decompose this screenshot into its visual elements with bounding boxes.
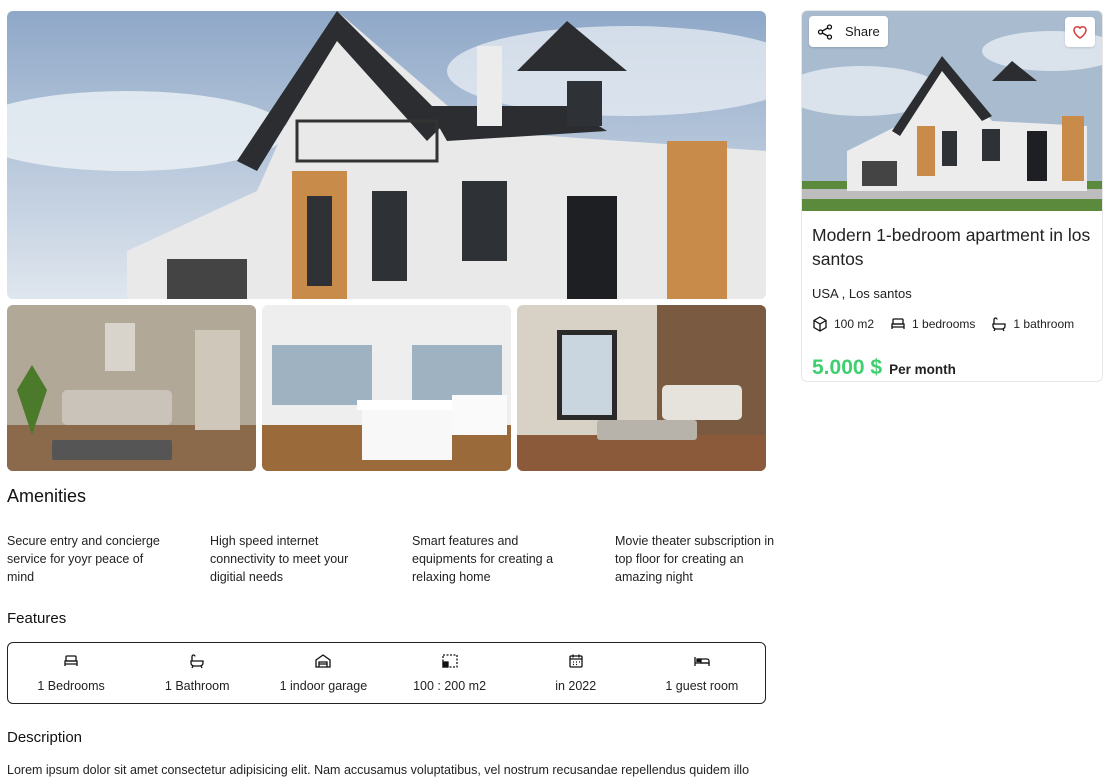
favorite-button[interactable]	[1065, 17, 1095, 47]
spec-bathrooms: 1 bathroom	[991, 316, 1074, 332]
features-panel: 1 Bedrooms 1 Bathroom 1 indoor garage 10…	[7, 642, 766, 704]
cube-icon	[813, 316, 827, 332]
amenities-heading: Amenities	[7, 486, 87, 506]
feature-label: 1 Bathroom	[164, 679, 230, 693]
gallery-thumbnail-lounge[interactable]	[517, 305, 766, 471]
bathtub-icon	[190, 654, 204, 669]
amenity-item: Movie theater subscription in top floor …	[615, 534, 775, 584]
listing-location: USA , Los santos	[812, 286, 912, 301]
bed-icon	[64, 655, 78, 666]
feature-label: 1 indoor garage	[279, 679, 368, 693]
feature-label: 1 Bedrooms	[37, 679, 105, 693]
amenity-item: Smart features and equipments for creati…	[412, 534, 554, 584]
gallery-thumbnail-living-room[interactable]	[7, 305, 256, 471]
features-heading: Features	[7, 610, 67, 627]
calendar-icon	[569, 654, 583, 668]
spec-bedrooms: 1 bedrooms	[890, 316, 975, 332]
feature-label: 100 : 200 m2	[413, 679, 487, 693]
feature-item-guest-room: 1 guest room	[642, 653, 762, 693]
spec-area: 100 m2	[812, 316, 874, 332]
amenity-item: High speed internet connectivity to meet…	[210, 534, 349, 584]
price-period: Per month	[889, 362, 956, 377]
feature-label: in 2022	[555, 679, 597, 693]
listing-price: 5.000 $ Per month	[812, 356, 956, 380]
feature-item-area: 100 : 200 m2	[390, 653, 510, 693]
spec-bedrooms-label: 1 bedrooms	[912, 317, 976, 331]
description-heading: Description	[7, 729, 83, 746]
feature-item-bedrooms: 1 Bedrooms	[11, 653, 131, 693]
amenity-item: Secure entry and concierge service for y…	[7, 534, 160, 584]
guest-bed-icon	[694, 657, 710, 666]
gallery-thumbnail-kitchen[interactable]	[262, 305, 511, 471]
bed-icon	[891, 318, 905, 329]
feature-item-garage: 1 indoor garage	[263, 653, 383, 693]
listing-card: Share Modern 1-bedroom apartment in los …	[801, 10, 1103, 382]
area-icon	[441, 654, 458, 668]
share-label: Share	[845, 24, 880, 39]
spec-area-label: 100 m2	[834, 317, 875, 331]
description-text: Lorem ipsum dolor sit amet consectetur a…	[7, 763, 750, 777]
feature-item-bathroom: 1 Bathroom	[137, 653, 257, 693]
listing-specs: 100 m2 1 bedrooms 1 bathroom	[812, 316, 1090, 332]
feature-label: 1 guest room	[665, 679, 739, 693]
share-button[interactable]: Share	[809, 16, 888, 47]
feature-item-year: in 2022	[516, 653, 636, 693]
price-value: 5.000 $	[812, 356, 883, 379]
listing-title[interactable]: Modern 1-bedroom apartment in los santos	[812, 223, 1097, 271]
heart-icon	[1073, 26, 1087, 39]
share-icon	[817, 23, 833, 40]
hero-image[interactable]	[7, 11, 766, 299]
garage-icon	[315, 654, 332, 668]
bathtub-icon	[992, 317, 1007, 332]
spec-bathrooms-label: 1 bathroom	[1013, 317, 1075, 331]
